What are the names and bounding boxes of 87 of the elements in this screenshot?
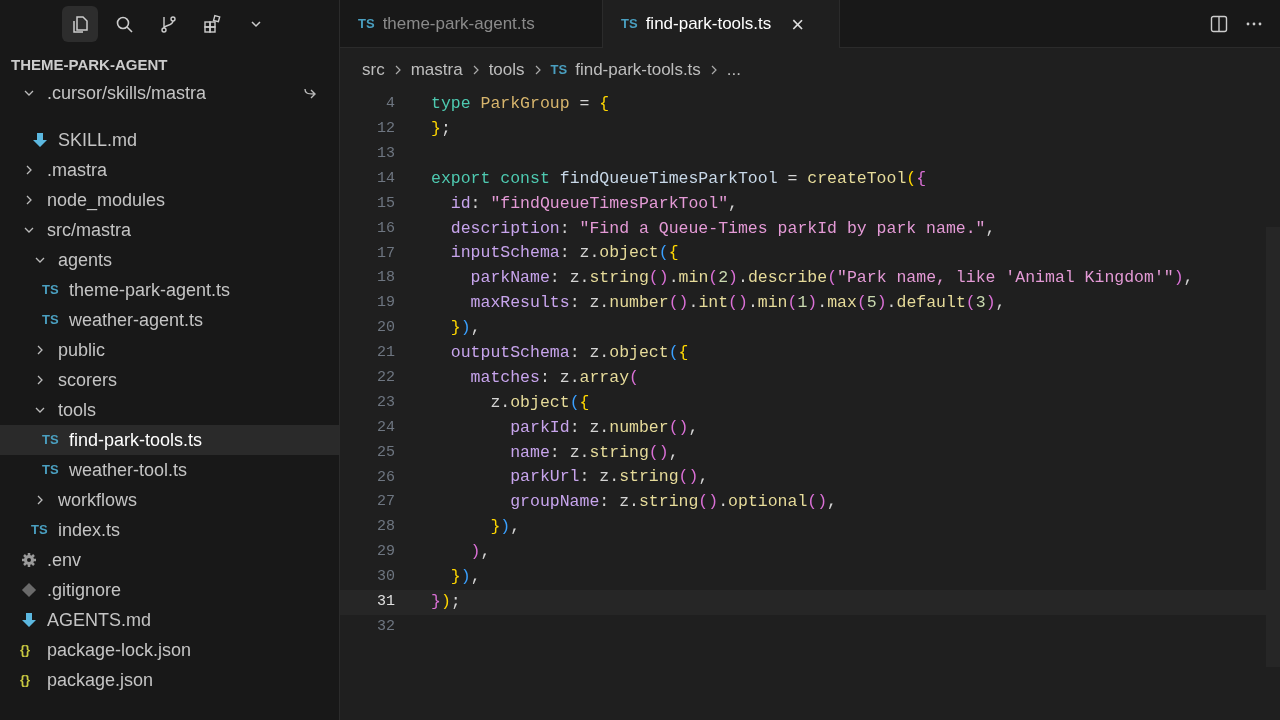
typescript-icon: TS xyxy=(550,60,568,80)
explorer-title: THEME-PARK-AGENT xyxy=(10,55,169,75)
tree-item[interactable]: TS weather-agent.ts xyxy=(0,305,339,335)
tree-item[interactable]: TS find-park-tools.ts xyxy=(0,425,339,455)
line-number: 28 xyxy=(376,517,396,538)
tree-item[interactable]: .mastra xyxy=(0,155,339,185)
line-number: 25 xyxy=(376,442,396,463)
tree-item[interactable]: .gitignore xyxy=(0,575,339,605)
typescript-icon: TS xyxy=(42,430,60,450)
braces-icon: {} xyxy=(20,640,38,660)
breadcrumb-item[interactable]: src xyxy=(362,57,385,83)
code-line: parkId: z.number(), xyxy=(509,416,699,439)
tree-item[interactable]: TS weather-tool.ts xyxy=(0,455,339,485)
line-number: 29 xyxy=(376,542,396,563)
editor-tab[interactable]: TS find-park-tools.ts × xyxy=(603,0,840,48)
line-number: 15 xyxy=(376,193,396,214)
split-editor-icon[interactable] xyxy=(1210,14,1228,33)
typescript-icon: TS xyxy=(358,13,375,34)
tree-item[interactable]: TS theme-park-agent.ts xyxy=(0,275,339,305)
code-line: matches: z.array( xyxy=(469,366,639,389)
tree-item[interactable]: SKILL.md xyxy=(0,125,339,155)
tree-item[interactable]: src/mastra xyxy=(0,215,339,245)
line-number: 30 xyxy=(376,567,396,588)
code-line: ), xyxy=(469,541,491,564)
breadcrumb-item[interactable]: tools xyxy=(488,57,525,83)
line-number: 14 xyxy=(376,168,396,189)
close-icon[interactable]: × xyxy=(791,7,805,41)
typescript-icon: TS xyxy=(42,460,60,480)
gear-icon xyxy=(21,552,37,568)
tree-item[interactable]: AGENTS.md xyxy=(0,605,339,635)
tree-item[interactable]: agents xyxy=(0,245,339,275)
code-line: maxResults: z.number().int().min(1).max(5).default(3), xyxy=(469,292,1006,315)
line-number: 24 xyxy=(376,417,396,438)
line-number: 32 xyxy=(376,616,396,637)
breadcrumb-item[interactable]: ... xyxy=(726,57,742,83)
editor-tab[interactable]: TS theme-park-agent.ts xyxy=(340,0,603,48)
braces-icon: {} xyxy=(20,670,38,690)
line-number: 31 xyxy=(376,592,396,612)
tree-item[interactable]: node_modules xyxy=(0,185,339,215)
code-line: type ParkGroup = { xyxy=(431,93,610,116)
tree-item[interactable]: tools xyxy=(0,395,339,425)
code-line: groupName: z.string().optional(), xyxy=(509,491,837,514)
line-number: 23 xyxy=(376,392,396,413)
breadcrumb-item[interactable]: mastra xyxy=(410,57,463,83)
typescript-icon: TS xyxy=(31,520,49,540)
code-line: parkUrl: z.string(), xyxy=(509,466,709,489)
line-number: 26 xyxy=(376,467,396,488)
typescript-icon: TS xyxy=(621,14,638,34)
code-line: name: z.string(), xyxy=(509,441,679,464)
code-line: }); xyxy=(431,590,461,613)
line-number: 22 xyxy=(376,368,396,388)
code-line: }; xyxy=(431,117,451,140)
collapse-arrow-icon[interactable] xyxy=(303,87,317,99)
typescript-icon: TS xyxy=(42,310,60,330)
download-arrow-icon xyxy=(21,612,37,628)
tree-item[interactable]: .env xyxy=(0,545,339,575)
more-icon[interactable] xyxy=(1246,21,1262,26)
line-number: 12 xyxy=(376,119,396,140)
tree-item[interactable]: TS index.ts xyxy=(0,515,339,545)
tree-item[interactable]: public xyxy=(0,335,339,365)
code-line: parkName: z.string().min(2).describe("Park name, like 'Animal Kingdom'"), xyxy=(469,267,1194,290)
line-number: 13 xyxy=(376,143,396,164)
tree-item[interactable]: {} package-lock.json xyxy=(0,635,339,665)
line-number: 19 xyxy=(376,293,396,314)
code-line: }), xyxy=(489,516,521,539)
code-line: inputSchema: z.object({ xyxy=(449,242,679,265)
files-icon[interactable] xyxy=(62,6,98,42)
code-line: outputSchema: z.object({ xyxy=(449,341,689,364)
download-arrow-icon xyxy=(32,132,48,148)
code-line: export const findQueueTimesParkTool = createTool({ xyxy=(431,167,927,190)
tree-item[interactable]: scorers xyxy=(0,365,339,395)
line-number: 21 xyxy=(376,343,396,364)
code-line: }), xyxy=(449,566,481,588)
tree-item[interactable]: workflows xyxy=(0,485,339,515)
line-number: 20 xyxy=(376,318,396,339)
code-line: id: "findQueueTimesParkTool", xyxy=(449,192,738,215)
tree-item[interactable]: {} package.json xyxy=(0,665,339,695)
code-line: z.object({ xyxy=(489,391,590,414)
line-number: 16 xyxy=(376,218,396,239)
code-line: }), xyxy=(449,317,481,340)
code-line: description: "Find a Queue-Times parkId by park name.", xyxy=(449,217,996,240)
typescript-icon: TS xyxy=(42,280,60,300)
breadcrumb-item[interactable]: find-park-tools.ts xyxy=(575,57,701,83)
line-number: 4 xyxy=(385,94,396,115)
line-number: 18 xyxy=(376,268,396,289)
line-number: 27 xyxy=(376,492,396,513)
line-number: 17 xyxy=(376,243,396,264)
